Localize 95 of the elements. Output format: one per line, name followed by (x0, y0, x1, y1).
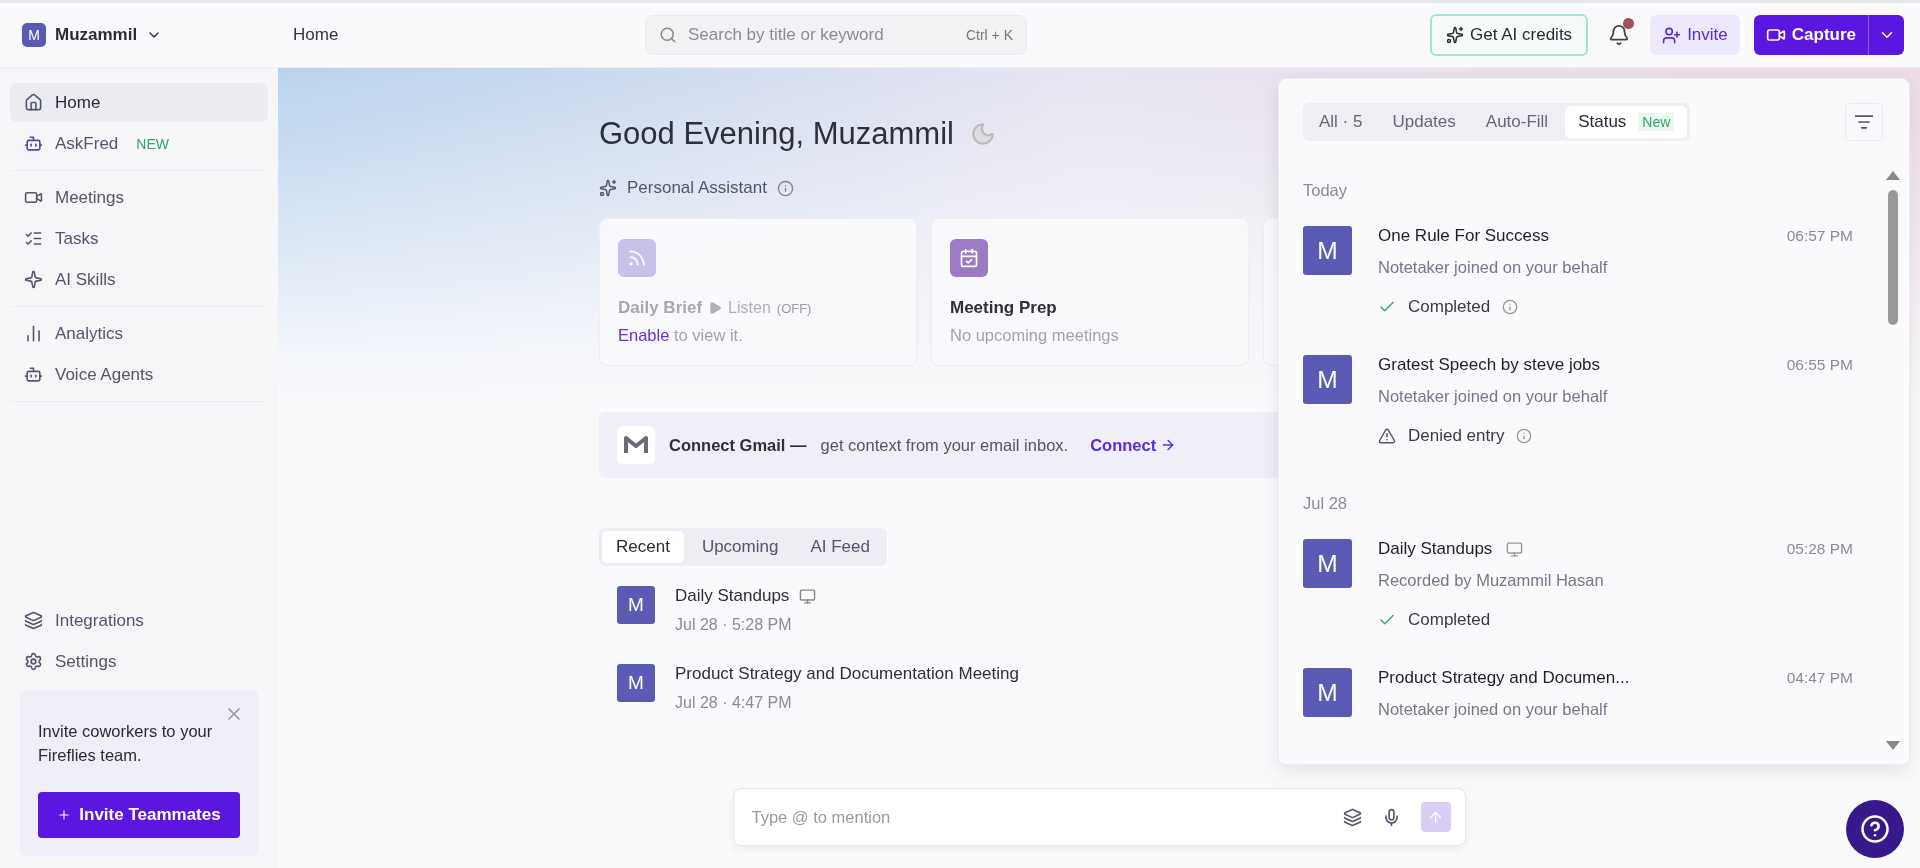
notification-bell-icon[interactable] (1608, 24, 1631, 46)
bar-chart-icon (24, 324, 43, 343)
assistant-card[interactable]: Daily Brief Listen (OFF) Enable to view it. (599, 218, 917, 366)
invite-text: Invite coworkers to your Fireflies team. (38, 721, 214, 767)
card-title: Meeting Prep (950, 298, 1058, 318)
user-plus-icon (1662, 25, 1682, 45)
panel-tab[interactable]: Auto-Fill (1472, 106, 1562, 138)
search-icon (659, 26, 677, 44)
panel-tab[interactable]: Status New (1565, 106, 1688, 138)
workspace-avatar: M (22, 23, 46, 47)
card-text: Enable to view it. (618, 326, 744, 345)
sidebar-item[interactable]: AskFred NEW (10, 124, 268, 163)
card-title: Daily Brief (618, 298, 703, 318)
notification-time: 05:28 PM (1786, 540, 1853, 558)
feed-tab[interactable]: AI Feed (796, 531, 884, 563)
notification-avatar: M (1303, 668, 1352, 717)
notification-title: One Rule For Success (1378, 226, 1549, 246)
meeting-title: Product Strategy and Documentation Meeting (675, 664, 1019, 684)
checklist-icon (24, 229, 43, 248)
greeting: Good Evening, Muzammil (599, 116, 954, 152)
date-label: Today (1303, 180, 1349, 200)
notification-avatar: M (1303, 226, 1352, 275)
meeting-date: Jul 28 · 4:47 PM (675, 694, 793, 712)
notification-title: Daily Standups (1378, 539, 1493, 559)
status-text: Denied entry (1408, 426, 1505, 446)
listen-text: Listen (728, 299, 771, 317)
moon-icon (969, 121, 996, 147)
notification-time: 04:47 PM (1786, 669, 1853, 687)
help-icon (1860, 814, 1890, 844)
capture-button[interactable]: Capture (1753, 15, 1868, 55)
notification-subtitle: Notetaker joined on your behalf (1378, 700, 1609, 719)
new-label: NEW (136, 135, 169, 152)
notification-title: Product Strategy and Documen... (1378, 668, 1630, 688)
layers-icon[interactable] (1342, 807, 1362, 827)
assistant-card[interactable]: Meeting Prep No upcoming meetings (931, 218, 1249, 366)
filter-button[interactable] (1845, 103, 1883, 141)
status-text: Completed (1408, 297, 1491, 317)
notification-subtitle: Notetaker joined on your behalf (1378, 387, 1609, 406)
layers-icon (24, 611, 43, 631)
sparkles-icon (1446, 26, 1465, 44)
status-text: Completed (1408, 610, 1491, 630)
robot-icon (24, 365, 43, 384)
notification-time: 06:55 PM (1786, 356, 1853, 374)
sidebar-item[interactable]: Home (10, 83, 268, 122)
card-text: No upcoming meetings (950, 326, 1120, 345)
info-icon (776, 179, 794, 197)
ai-credits-button[interactable]: Get AI credits (1430, 14, 1589, 56)
sidebar-item[interactable]: Analytics (10, 314, 268, 353)
meeting-avatar: M (617, 586, 655, 624)
meeting-date: Jul 28 · 5:28 PM (675, 616, 793, 634)
settings-icon (24, 652, 43, 672)
sidebar-item[interactable]: AI Skills (10, 260, 268, 299)
invite-teammates-button[interactable]: Invite Teammates (38, 792, 240, 838)
panel-tab[interactable]: Updates (1379, 106, 1469, 138)
chat-box[interactable]: Type @ to mention (732, 788, 1466, 846)
notification-title: Gratest Speech by steve jobs (1378, 355, 1601, 375)
workspace-name: Muzammil (55, 25, 138, 45)
notification-subtitle: Notetaker joined on your behalf (1378, 258, 1609, 277)
notification-avatar: M (1303, 539, 1352, 588)
filter-icon (1854, 112, 1874, 132)
capture-menu-button[interactable] (1868, 15, 1904, 55)
date-label: Jul 28 (1303, 493, 1349, 513)
rss-icon (618, 239, 656, 277)
sidebar-item[interactable]: Meetings (10, 178, 268, 217)
sparkles-icon (599, 179, 617, 197)
feed-tab[interactable]: Recent (602, 531, 684, 563)
meeting-title: Daily Standups (675, 586, 790, 606)
sidebar-item[interactable]: Tasks (10, 219, 268, 258)
feed-tab[interactable]: Upcoming (687, 531, 793, 563)
shortcut-hint: Ctrl + K (965, 27, 1013, 43)
enable-link[interactable]: Enable (618, 326, 670, 344)
plus-icon (57, 808, 72, 822)
meeting-avatar: M (617, 664, 655, 702)
notification-time: 06:57 PM (1786, 227, 1853, 245)
gmail-logo-icon (617, 426, 655, 464)
sidebar-item[interactable]: Integrations (10, 601, 268, 641)
sparkle-icon (24, 270, 43, 289)
notification-subtitle: Recorded by Muzammil Hasan (1378, 571, 1605, 590)
sidebar-item[interactable]: Settings (10, 642, 268, 682)
listen-state: (OFF) (776, 300, 812, 316)
notification-avatar: M (1303, 355, 1352, 404)
banner-title: Connect Gmail — (669, 435, 807, 454)
banner-text: get context from your email inbox. (820, 435, 1069, 455)
section-title: Personal Assistant (627, 178, 767, 198)
calendar-icon (950, 239, 988, 277)
panel-tab[interactable]: All · 5 (1306, 106, 1376, 138)
invite-button[interactable]: Invite (1650, 15, 1740, 55)
sidebar-item[interactable]: Voice Agents (10, 355, 268, 394)
play-icon (708, 301, 723, 315)
new-tag: New (1638, 113, 1675, 131)
robot-icon (24, 134, 43, 153)
breadcrumb: Home (293, 25, 340, 45)
warning-icon (1378, 427, 1396, 445)
connect-link[interactable]: Connect (1090, 435, 1177, 455)
home-icon (24, 93, 43, 112)
